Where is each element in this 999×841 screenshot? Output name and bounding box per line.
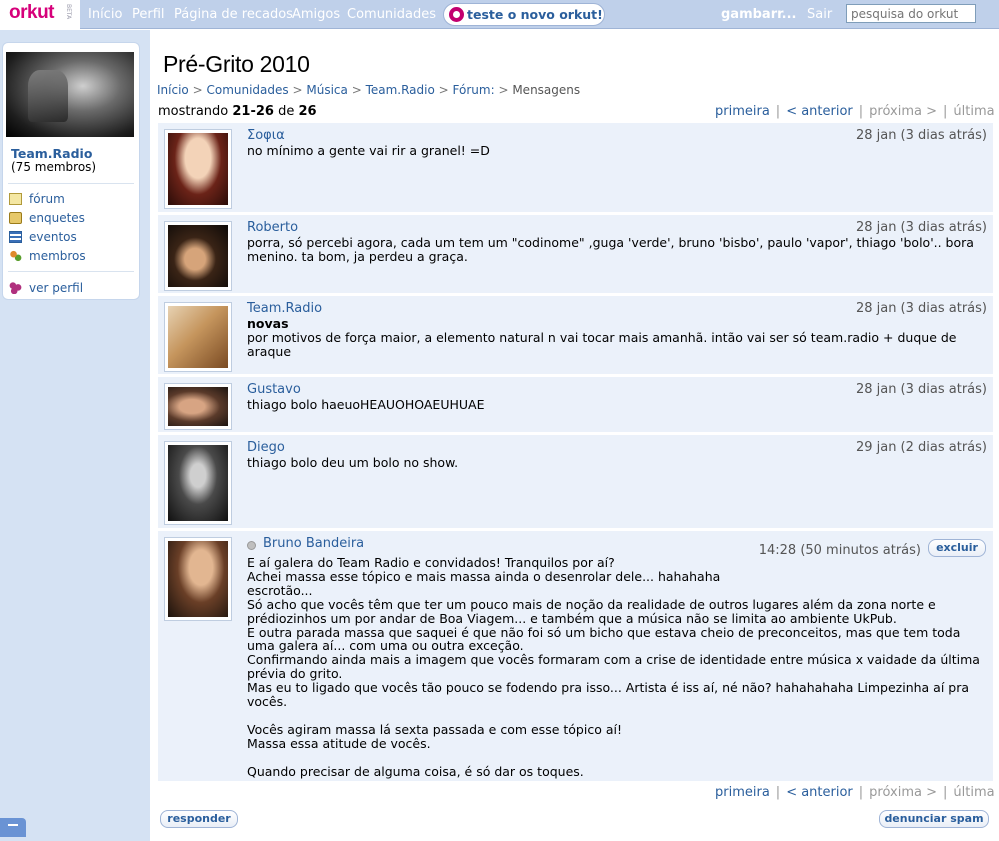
report-spam-button[interactable]: denunciar spam <box>879 810 989 828</box>
breadcrumb-current: Mensagens <box>512 83 581 97</box>
breadcrumb-home[interactable]: Início <box>157 83 189 97</box>
post-date: 28 jan (3 dias atrás) <box>855 220 987 235</box>
try-new-label: teste o novo orkut! <box>467 7 603 22</box>
nav-scrapbook[interactable]: Página de recados <box>174 7 293 22</box>
sidebar-divider <box>8 271 134 272</box>
member-count: (75 membros) <box>11 160 97 174</box>
post-body: novas por motivos de força maior, a elem… <box>247 317 987 359</box>
poll-icon <box>9 212 22 224</box>
forum-icon <box>9 193 22 205</box>
page-title: Pré-Grito 2010 <box>163 51 310 77</box>
post-body: thiago bolo deu um bolo no show. <box>247 455 459 470</box>
orkut-logo[interactable]: orkut BETA <box>0 0 80 29</box>
avatar[interactable] <box>164 441 232 525</box>
sidebar-item-label: eventos <box>29 230 77 244</box>
avatar[interactable] <box>164 302 232 372</box>
post-date: 28 jan (3 dias atrás) <box>855 128 987 143</box>
post-date: 28 jan (3 dias atrás) <box>855 382 987 397</box>
search-input[interactable] <box>846 4 976 23</box>
forum-post: Σοφια 28 jan (3 dias atrás) no mínimo a … <box>158 123 993 215</box>
pager-first[interactable]: primeira <box>715 785 770 800</box>
breadcrumb-communities[interactable]: Comunidades <box>206 83 288 97</box>
logo-text: orkut <box>9 2 55 23</box>
post-date: 29 jan (2 dias atrás) <box>855 440 987 455</box>
minimize-button[interactable] <box>0 818 26 837</box>
nav-profile[interactable]: Perfil <box>132 7 165 22</box>
profile-icon <box>9 282 22 294</box>
post-body: porra, só percebi agora, cada um tem um … <box>247 235 974 264</box>
sidebar-item-label: membros <box>29 249 86 263</box>
pager-first[interactable]: primeira <box>715 104 770 119</box>
avatar[interactable] <box>164 383 232 430</box>
status-indicator-icon <box>247 541 256 550</box>
pager-bottom: primeira | < anterior | próxima > | última <box>715 785 995 800</box>
forum-post: Roberto 28 jan (3 dias atrás) porra, só … <box>158 215 993 296</box>
post-body: no mínimo a gente vai rir a granel! =D <box>247 143 490 158</box>
breadcrumb-forum[interactable]: Fórum: <box>453 83 495 97</box>
sidebar-item-label: fórum <box>29 192 65 206</box>
post-author[interactable]: Team.Radio <box>247 301 322 316</box>
post-text: por motivos de força maior, a elemento n… <box>247 330 957 359</box>
forum-post: Team.Radio 28 jan (3 dias atrás) novas p… <box>158 296 993 377</box>
logout-link[interactable]: Sair <box>807 7 832 22</box>
avatar[interactable] <box>164 129 232 209</box>
beta-badge: BETA <box>65 4 72 20</box>
top-bar: orkut BETA Início Perfil Página de recad… <box>0 0 999 29</box>
breadcrumb-music[interactable]: Música <box>306 83 348 97</box>
post-date: 28 jan (3 dias atrás) <box>855 301 987 316</box>
sidebar-item-label: enquetes <box>29 211 85 225</box>
sidebar-item-label: ver perfil <box>29 281 84 295</box>
forum-post: Diego 29 jan (2 dias atrás) thiago bolo … <box>158 435 993 531</box>
pager-last: última <box>953 104 995 119</box>
post-author[interactable]: Diego <box>247 440 285 455</box>
nav-friends[interactable]: Amigos <box>292 7 340 22</box>
pager-top: primeira | < anterior | próxima > | última <box>715 104 995 119</box>
nav-home[interactable]: Início <box>88 7 122 22</box>
post-body: thiago bolo haeuoHEAUOHOAEUHUAE <box>247 397 485 412</box>
community-photo[interactable] <box>6 52 134 137</box>
members-icon <box>9 250 22 262</box>
current-user-name[interactable]: gambarr... <box>721 7 797 22</box>
pager-last: última <box>953 785 995 800</box>
pager-next: próxima > <box>869 785 937 800</box>
post-author[interactable]: Gustavo <box>247 382 301 397</box>
forum-post: Gustavo 28 jan (3 dias atrás) thiago bol… <box>158 377 993 435</box>
breadcrumb-community[interactable]: Team.Radio <box>366 83 435 97</box>
pager-prev[interactable]: < anterior <box>786 785 853 800</box>
delete-button[interactable]: excluir <box>928 539 986 557</box>
reply-button[interactable]: responder <box>160 810 238 828</box>
community-name[interactable]: Team.Radio <box>11 146 92 161</box>
forum-post: Bruno Bandeira 14:28 (50 minutos atrás) … <box>158 531 993 784</box>
nav-communities[interactable]: Comunidades <box>347 7 436 22</box>
orkut-o-icon <box>449 7 464 22</box>
post-author[interactable]: Σοφια <box>247 128 285 143</box>
pager-next: próxima > <box>869 104 937 119</box>
avatar[interactable] <box>164 221 232 291</box>
breadcrumb: Início > Comunidades > Música > Team.Rad… <box>157 83 581 97</box>
post-author[interactable]: Roberto <box>247 220 298 235</box>
sidebar-divider <box>8 183 134 184</box>
try-new-orkut-button[interactable]: teste o novo orkut! <box>443 3 605 26</box>
pager-prev[interactable]: < anterior <box>786 104 853 119</box>
calendar-icon <box>9 231 22 243</box>
showing-range: mostrando 21-26 de 26 <box>158 104 317 119</box>
post-author[interactable]: Bruno Bandeira <box>263 536 364 551</box>
avatar[interactable] <box>164 537 232 621</box>
post-body: E aí galera do Team Radio e convidados! … <box>247 555 980 779</box>
post-subject: novas <box>247 316 289 331</box>
